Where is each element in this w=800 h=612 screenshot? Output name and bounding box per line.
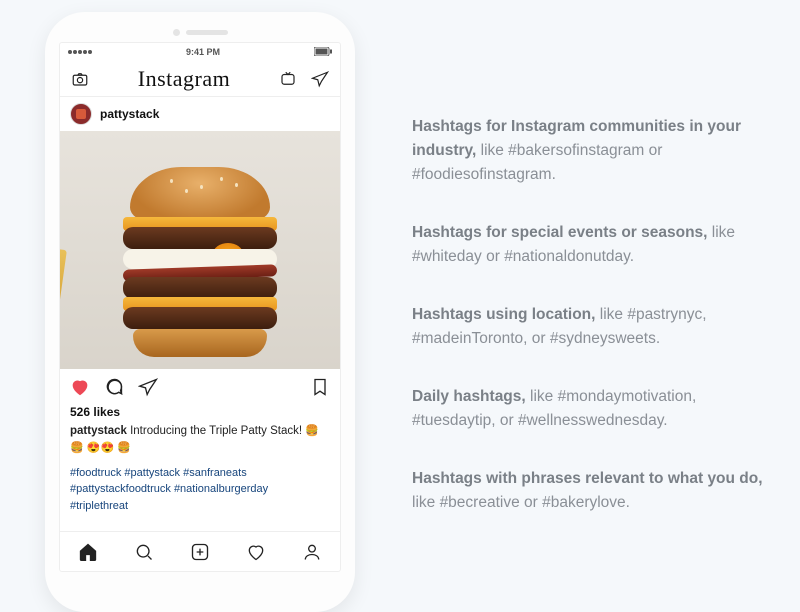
post-image[interactable] — [60, 131, 340, 369]
hashtag-line: #pattystackfoodtruck #nationalburgerday — [70, 481, 330, 498]
iphone-frame: 9:41 PM Instagram — [45, 12, 355, 612]
profile-icon[interactable] — [302, 542, 322, 562]
tip-bold: Hashtags for special events or seasons, — [412, 224, 707, 241]
tip-item: Daily hashtags, like #mondaymotivation, … — [412, 385, 770, 433]
post-action-row — [60, 369, 340, 405]
add-post-icon[interactable] — [190, 542, 210, 562]
bottom-tab-bar — [60, 531, 340, 571]
phone-speaker-area — [59, 22, 341, 42]
tip-bold: Hashtags using location, — [412, 306, 595, 323]
tip-bold: Hashtags with phrases relevant to what y… — [412, 470, 763, 487]
likes-count[interactable]: 526 likes — [60, 405, 340, 423]
post-caption: pattystack Introducing the Triple Patty … — [60, 423, 340, 463]
signal-icon — [68, 50, 92, 54]
status-bar: 9:41 PM — [60, 43, 340, 61]
hashtag-line: #triplethreat — [70, 498, 330, 515]
tip-item: Hashtags for Instagram communities in yo… — [412, 115, 770, 187]
search-icon[interactable] — [134, 542, 154, 562]
tip-item: Hashtags with phrases relevant to what y… — [412, 467, 770, 515]
phone-screen: 9:41 PM Instagram — [59, 42, 341, 572]
igtv-icon[interactable] — [278, 69, 298, 89]
battery-icon — [314, 47, 332, 58]
activity-icon[interactable] — [246, 542, 266, 562]
avatar — [70, 103, 92, 125]
like-icon[interactable] — [70, 377, 90, 397]
messages-icon[interactable] — [310, 69, 330, 89]
tips-column: Hashtags for Instagram communities in yo… — [400, 0, 800, 544]
comment-icon[interactable] — [104, 377, 124, 397]
instagram-header: Instagram — [60, 61, 340, 97]
share-icon[interactable] — [138, 377, 158, 397]
phone-mockup-area: 9:41 PM Instagram — [0, 0, 400, 544]
caption-text: Introducing the Triple Patty Stack! — [130, 425, 302, 437]
tip-item: Hashtags for special events or seasons, … — [412, 221, 770, 269]
post-hashtags[interactable]: #foodtruck #pattystack #sanfraneats #pat… — [60, 463, 340, 523]
caption-username[interactable]: pattystack — [70, 425, 127, 437]
tip-item: Hashtags using location, like #pastrynyc… — [412, 303, 770, 351]
status-time: 9:41 PM — [186, 47, 220, 57]
home-icon[interactable] — [78, 542, 98, 562]
tip-rest: like #becreative or #bakerylove. — [412, 494, 630, 511]
hashtag-line: #foodtruck #pattystack #sanfraneats — [70, 465, 330, 482]
tip-bold: Daily hashtags, — [412, 388, 526, 405]
instagram-logo: Instagram — [138, 66, 230, 92]
post-username: pattystack — [100, 107, 159, 121]
bookmark-icon[interactable] — [310, 377, 330, 397]
post-author-row[interactable]: pattystack — [60, 97, 340, 131]
camera-icon[interactable] — [70, 69, 90, 89]
